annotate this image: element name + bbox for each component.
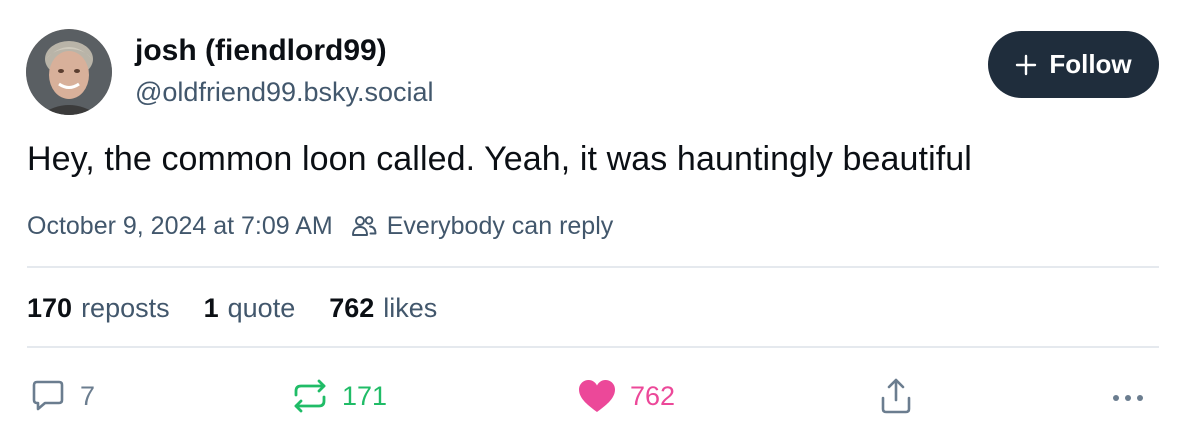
reply-button[interactable]: 7 [28,373,95,419]
heart-icon [576,376,618,416]
quotes-count: 1 [203,292,219,323]
more-options-button[interactable] [1110,373,1146,419]
avatar-image [26,29,112,115]
author-display-name[interactable]: josh (fiendlord99) [135,34,387,68]
divider [27,266,1159,268]
author-handle[interactable]: @oldfriend99.bsky.social [135,77,434,108]
share-icon [876,376,916,416]
post-text: Hey, the common loon called. Yeah, it wa… [27,140,972,178]
likes-count: 762 [329,292,375,323]
people-icon [351,213,377,239]
quotes-label: quote [227,292,296,323]
repost-button[interactable]: 171 [290,373,387,419]
post-thread-item: josh (fiendlord99) @oldfriend99.bsky.soc… [0,0,1184,444]
plus-icon [1015,54,1037,76]
follow-button[interactable]: Follow [988,31,1159,98]
likes-stat[interactable]: 762 likes [329,293,437,324]
share-button[interactable] [876,373,916,419]
post-stats: 170 reposts 1 quote 762 likes [27,289,471,327]
follow-button-label: Follow [1049,49,1132,79]
post-timestamp[interactable]: October 9, 2024 at 7:09 AM [27,212,333,241]
post-meta: October 9, 2024 at 7:09 AM Everybody can… [27,209,613,243]
repost-count: 171 [342,380,388,411]
reposts-stat[interactable]: 170 reposts [27,293,170,324]
reply-setting[interactable]: Everybody can reply [387,212,614,241]
reposts-count: 170 [27,292,73,323]
more-dots-icon [1110,376,1146,416]
like-count: 762 [630,380,676,411]
quotes-stat[interactable]: 1 quote [204,293,296,324]
avatar[interactable] [26,29,112,115]
speech-bubble-icon [28,376,68,416]
reposts-label: reposts [81,292,170,323]
reply-count: 7 [80,380,96,411]
likes-label: likes [383,292,438,323]
divider [27,346,1159,348]
like-button[interactable]: 762 [576,373,675,419]
repost-icon [290,376,330,416]
